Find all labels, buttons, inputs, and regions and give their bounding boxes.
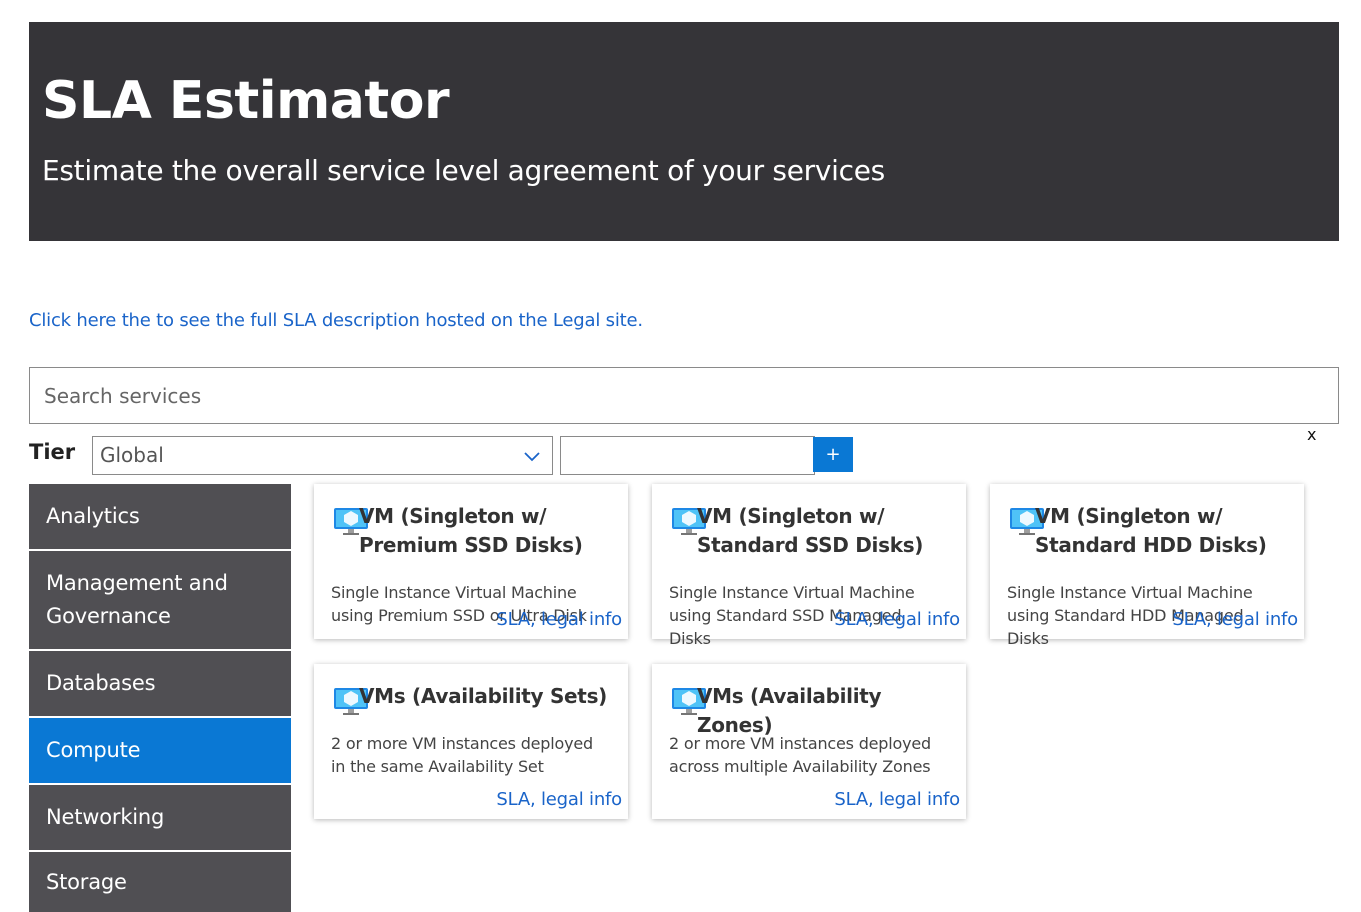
card-description: 2 or more VM instances deployed in the s… [331, 734, 593, 776]
sla-legal-info-link[interactable]: SLA, legal info [496, 789, 622, 810]
service-card[interactable]: VM (Singleton w/ Standard SSD Disks) Sin… [652, 484, 966, 648]
service-card[interactable]: VM (Singleton w/ Standard HDD Disks) Sin… [990, 484, 1304, 648]
card-title: VMs (Availability Sets) [359, 684, 608, 708]
page-header: SLA Estimator Estimate the overall servi… [29, 22, 1339, 241]
chevron-down-icon [524, 452, 540, 462]
page-title: SLA Estimator [42, 71, 450, 131]
add-button[interactable]: + [813, 437, 853, 472]
sidebar-item-label: Management and Governance [46, 571, 228, 628]
sidebar-item-label: Databases [46, 671, 156, 695]
category-sidebar: Analytics Management and Governance Data… [29, 484, 291, 912]
full-sla-legal-link[interactable]: Click here the to see the full SLA descr… [29, 310, 643, 331]
service-card[interactable]: VM (Singleton w/ Premium SSD Disks) Sing… [314, 484, 628, 639]
sidebar-item-management-and-governance[interactable]: Management and Governance [29, 551, 291, 651]
sidebar-item-databases[interactable]: Databases [29, 651, 291, 718]
card-title: VM (Singleton w/ Standard HDD Disks) [1035, 504, 1267, 557]
sidebar-item-label: Analytics [46, 504, 140, 528]
card-description: 2 or more VM instances deployed across m… [669, 734, 931, 776]
tier-label: Tier [29, 440, 76, 464]
service-card[interactable]: VMs (Availability Zones) 2 or more VM in… [652, 664, 966, 819]
tier-select[interactable]: Global [92, 436, 553, 475]
tier-select-value: Global [100, 443, 164, 467]
sidebar-item-label: Compute [46, 738, 141, 762]
search-input[interactable] [29, 367, 1339, 424]
sla-legal-info-link[interactable]: SLA, legal info [496, 609, 622, 630]
close-button[interactable]: x [1307, 425, 1316, 444]
card-title: VM (Singleton w/ Premium SSD Disks) [359, 504, 583, 557]
sla-legal-info-link[interactable]: SLA, legal info [834, 609, 960, 630]
sla-legal-info-link[interactable]: SLA, legal info [1172, 609, 1298, 630]
sidebar-item-analytics[interactable]: Analytics [29, 484, 291, 551]
sidebar-item-networking[interactable]: Networking [29, 785, 291, 852]
sidebar-item-storage[interactable]: Storage [29, 852, 291, 912]
sidebar-item-label: Networking [46, 805, 165, 829]
sla-legal-info-link[interactable]: SLA, legal info [834, 789, 960, 810]
service-card[interactable]: VMs (Availability Sets) 2 or more VM ins… [314, 664, 628, 819]
sidebar-item-compute[interactable]: Compute [29, 718, 291, 785]
sidebar-item-label: Storage [46, 869, 127, 894]
tier-value-input[interactable] [560, 436, 815, 475]
page-subtitle: Estimate the overall service level agree… [42, 154, 885, 187]
card-title: VM (Singleton w/ Standard SSD Disks) [697, 504, 924, 557]
